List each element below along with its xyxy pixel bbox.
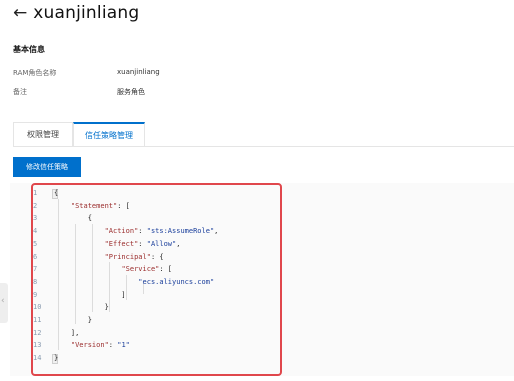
page-title: xuanjinliang [33,3,140,23]
line-number: 2 [33,201,38,210]
code-text: ], [54,328,80,337]
page-header: ← xuanjinliang [13,3,139,23]
line-number: 3 [33,214,38,223]
tab-bar: 权限管理 信任策略管理 [13,122,514,147]
info-row-remark: 备注 服务角色 [13,87,145,97]
chevron-left-icon: ‹ [1,296,5,306]
code-text: } [54,303,109,312]
line-number: 14 [33,354,42,363]
side-scroll-handle[interactable]: ‹ [0,283,8,323]
edit-trust-policy-button[interactable]: 修改信任策略 [13,157,81,177]
line-number: 1 [33,189,38,197]
line-number: 7 [33,265,38,274]
code-text: } [54,354,59,363]
code-text: "Version": "1" [70,341,130,350]
code-text: } [54,316,92,324]
code-text: "Effect": "Allow", [104,239,181,248]
code-text: "Service": [ [121,265,173,274]
code-text: "Statement": [ [70,201,130,210]
code-text: { [54,189,59,197]
line-number: 13 [33,341,42,350]
line-number: 9 [33,290,38,299]
info-row-role-name: RAM角色名称 xuanjinliang [13,68,160,78]
info-value: 服务角色 [117,88,145,96]
line-number: 12 [33,328,42,337]
info-label: 备注 [13,88,27,96]
line-number: 8 [33,277,38,286]
line-number: 6 [33,252,38,261]
code-text: ] [54,290,126,299]
tab-trust-policy-management[interactable]: 信任策略管理 [73,122,145,146]
code-text: "Principal": { [104,252,164,261]
line-number: 5 [33,239,38,248]
info-value: xuanjinliang [117,68,160,76]
line-number: 11 [33,316,42,324]
line-number: 4 [33,227,38,236]
code-text: { [54,214,92,223]
line-number: 10 [33,303,42,312]
tab-permission-management[interactable]: 权限管理 [13,122,73,146]
code-text: "ecs.aliyuncs.com" [138,277,215,286]
back-arrow-icon[interactable]: ← [13,3,27,23]
info-label: RAM角色名称 [13,69,57,77]
section-title-basic-info: 基本信息 [13,45,45,54]
code-text: "Action": "sts:AssumeRole", [104,227,219,236]
